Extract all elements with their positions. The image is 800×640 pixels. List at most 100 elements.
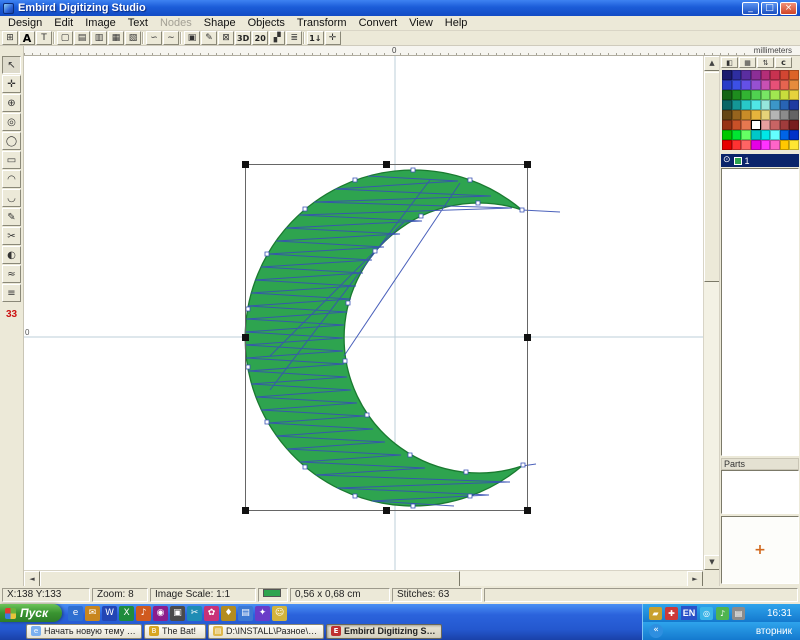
palette-color[interactable] [751, 90, 761, 100]
palette-color[interactable] [770, 120, 780, 130]
palette-color[interactable] [741, 90, 751, 100]
palette-color[interactable] [751, 140, 761, 150]
tool-arc[interactable]: ◠ [2, 170, 21, 188]
palette-color[interactable] [761, 70, 771, 80]
language-indicator[interactable]: EN [681, 606, 697, 620]
menu-transform[interactable]: Transform [291, 16, 353, 30]
palette-color[interactable] [780, 130, 790, 140]
quicklaunch-app6[interactable]: ▤ [238, 606, 253, 621]
palette-color[interactable] [732, 140, 742, 150]
palette-color[interactable] [741, 80, 751, 90]
palette-color[interactable] [732, 110, 742, 120]
quicklaunch-excel[interactable]: X [119, 606, 134, 621]
toolbar-order-button[interactable]: 1↓ [307, 31, 323, 45]
palette-color[interactable] [789, 100, 799, 110]
palette-color[interactable] [789, 110, 799, 120]
tool-fill-mode[interactable]: ◐ [2, 246, 21, 264]
palette-color[interactable] [732, 90, 742, 100]
palette-color[interactable] [761, 120, 771, 130]
palette-spin-button[interactable]: ⇅ [757, 57, 774, 68]
palette-color[interactable] [751, 100, 761, 110]
tray-icon-3[interactable]: ◎ [700, 607, 713, 620]
palette-color[interactable] [761, 90, 771, 100]
toolbar-new-button[interactable]: ▢ [57, 31, 73, 45]
palette-color[interactable] [761, 100, 771, 110]
tray-icon-4[interactable]: ♪ [716, 607, 729, 620]
palette-color[interactable] [780, 140, 790, 150]
palette-color[interactable] [751, 70, 761, 80]
toolbar-save-button[interactable]: ▦ [108, 31, 124, 45]
palette-color[interactable] [751, 110, 761, 120]
palette-color[interactable] [741, 70, 751, 80]
menu-edit[interactable]: Edit [48, 16, 79, 30]
taskbar-button-folder[interactable]: ▤D:\INSTALL\Разное\Embird [208, 624, 324, 639]
palette-color[interactable] [780, 90, 790, 100]
menu-help[interactable]: Help [439, 16, 474, 30]
toolbar-center-button[interactable]: ✛ [325, 31, 341, 45]
object-list[interactable] [721, 168, 799, 456]
palette-color[interactable] [780, 120, 790, 130]
palette-color[interactable] [761, 110, 771, 120]
palette-color[interactable] [789, 70, 799, 80]
crescent-shape[interactable] [245, 170, 522, 506]
palette-color[interactable] [770, 130, 780, 140]
maximize-button[interactable]: □ [761, 2, 778, 15]
close-button[interactable]: × [780, 2, 797, 15]
quicklaunch-app5[interactable]: ♦ [221, 606, 236, 621]
palette-color[interactable] [761, 140, 771, 150]
vertical-scrollbar[interactable]: ▲ ▼ [703, 56, 719, 570]
palette-grid-button[interactable]: ▦ [739, 57, 756, 68]
menu-objects[interactable]: Objects [242, 16, 291, 30]
toolbar-edit-button[interactable]: ✎ [201, 31, 217, 45]
quicklaunch-app4[interactable]: ✿ [204, 606, 219, 621]
palette-color[interactable] [780, 80, 790, 90]
visibility-eye-icon[interactable]: ⊙ [723, 156, 731, 165]
palette-color[interactable] [770, 140, 780, 150]
palette-color[interactable] [722, 80, 732, 90]
toolbar-lettering-button[interactable]: A [19, 31, 35, 45]
palette-color[interactable] [732, 80, 742, 90]
scroll-left-button[interactable]: ◄ [24, 571, 40, 587]
quicklaunch-browser[interactable]: e [68, 606, 83, 621]
toolbar-transform-button[interactable]: ▣ [184, 31, 200, 45]
palette-color[interactable] [761, 130, 771, 140]
toolbar-fill-pattern-button[interactable]: ▞ [269, 31, 285, 45]
tool-zoom[interactable]: ◎ [2, 113, 21, 131]
palette-color[interactable] [741, 120, 751, 130]
palette-mode-button[interactable]: ◧ [721, 57, 738, 68]
parts-list[interactable] [721, 470, 799, 514]
palette-color[interactable] [722, 70, 732, 80]
palette-color[interactable] [732, 70, 742, 80]
palette-color[interactable] [722, 120, 732, 130]
toolbar-stitch-numbers-button[interactable]: 20 [252, 31, 268, 45]
toolbar-text-button[interactable]: T [36, 31, 52, 45]
taskbar-button-thebat[interactable]: BThe Bat! [144, 624, 206, 639]
menu-image[interactable]: Image [79, 16, 122, 30]
tool-rectangle[interactable]: ▭ [2, 151, 21, 169]
tray-collapse-button[interactable]: « [649, 624, 663, 638]
palette-color[interactable] [732, 130, 742, 140]
palette-color[interactable] [722, 110, 732, 120]
palette-color[interactable] [751, 120, 761, 130]
to olbar-open-button[interactable]: ▤ [74, 31, 90, 45]
palette-color[interactable] [789, 120, 799, 130]
palette-c-button[interactable]: c [775, 57, 792, 68]
quicklaunch-app7[interactable]: ✦ [255, 606, 270, 621]
tool-curve[interactable]: ◡ [2, 189, 21, 207]
tool-knife[interactable]: ✂ [2, 227, 21, 245]
palette-color[interactable] [722, 100, 732, 110]
toolbar-export-button[interactable]: ▧ [125, 31, 141, 45]
palette-color[interactable] [732, 120, 742, 130]
menu-view[interactable]: View [403, 16, 439, 30]
tool-select[interactable]: ↖ [2, 56, 21, 74]
scroll-up-button[interactable]: ▲ [704, 56, 720, 71]
palette-color[interactable] [789, 80, 799, 90]
palette-color[interactable] [789, 140, 799, 150]
palette-color[interactable] [789, 90, 799, 100]
quicklaunch-app3[interactable]: ✂ [187, 606, 202, 621]
quicklaunch-app2[interactable]: ▣ [170, 606, 185, 621]
palette-color[interactable] [722, 130, 732, 140]
palette-color[interactable] [770, 90, 780, 100]
menu-nodes[interactable]: Nodes [154, 16, 198, 30]
design-canvas[interactable]: 0 [24, 56, 703, 570]
